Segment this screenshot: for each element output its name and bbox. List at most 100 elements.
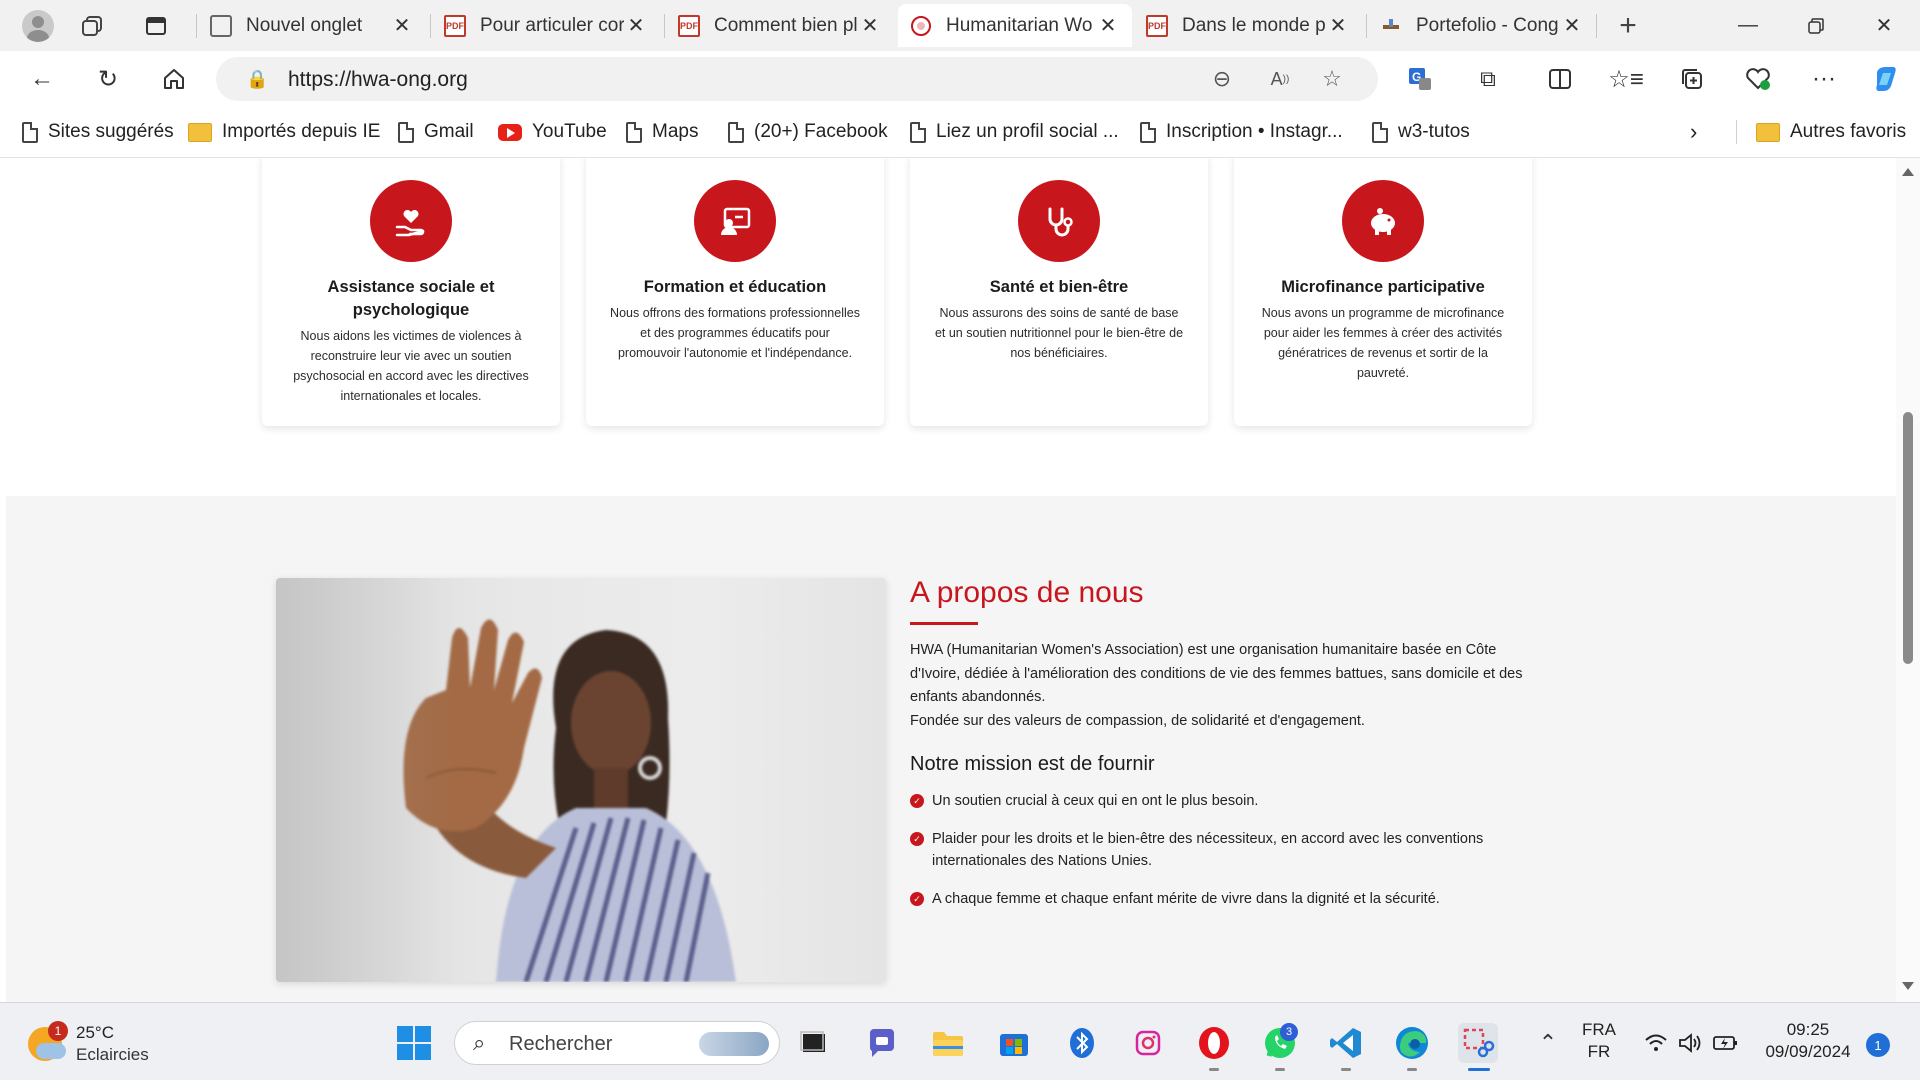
favorite-gmail[interactable]: Gmail <box>398 118 474 146</box>
more-favorites-chevron[interactable]: › <box>1690 118 1697 146</box>
tab-humanitarian-active[interactable]: Humanitarian Wo ✕ <box>898 4 1132 47</box>
close-tab-icon[interactable]: ✕ <box>1560 13 1584 38</box>
home-button[interactable] <box>154 59 194 99</box>
favorite-label: w3-tutos <box>1398 121 1470 142</box>
favorites-button[interactable]: ☆≡ <box>1606 59 1646 99</box>
snipping-tool-button[interactable] <box>1458 1023 1498 1071</box>
close-window-button[interactable]: ✕ <box>1850 0 1918 51</box>
vertical-scrollbar[interactable] <box>1896 158 1920 1002</box>
address-bar[interactable]: 🔒 https://hwa-ong.org ⊖ A)) ☆ <box>216 57 1378 101</box>
check-circle-icon: ✓ <box>910 892 924 906</box>
back-button[interactable]: ← <box>22 59 62 99</box>
service-card-formation: Formation et éducation Nous offrons des … <box>586 158 884 426</box>
favorite-label: Maps <box>652 121 699 142</box>
close-tab-icon[interactable]: ✕ <box>1326 13 1350 38</box>
folder-icon <box>188 122 212 142</box>
notification-badge[interactable]: 1 <box>1866 1033 1890 1057</box>
start-button[interactable] <box>394 1023 434 1063</box>
bluetooth-button[interactable] <box>1062 1023 1102 1063</box>
restore-button[interactable] <box>1782 0 1850 51</box>
close-tab-icon[interactable]: ✕ <box>624 13 648 38</box>
tab-new-tab[interactable]: Nouvel onglet ✕ <box>198 4 426 47</box>
service-card-sante: Santé et bien-être Nous assurons des soi… <box>910 158 1208 426</box>
workspaces-button[interactable] <box>68 6 116 46</box>
edge-button[interactable] <box>1392 1023 1432 1071</box>
scroll-up-arrow-icon[interactable] <box>1902 168 1914 176</box>
read-aloud-icon[interactable]: A)) <box>1264 65 1296 93</box>
copilot-icon <box>1876 67 1896 91</box>
service-title: Microfinance participative <box>1281 278 1485 296</box>
tab-title: Nouvel onglet <box>246 14 363 36</box>
close-icon: ✕ <box>1875 15 1893 37</box>
tab-pdf-1[interactable]: PDF Pour articuler cor ✕ <box>432 4 660 47</box>
zoom-out-icon[interactable]: ⊖ <box>1206 65 1238 93</box>
puzzle-icon: ⧉ <box>1480 66 1496 91</box>
tab-separator <box>196 14 197 38</box>
task-view-button[interactable] <box>794 1023 834 1063</box>
page-viewport[interactable]: Assistance sociale et psychologique Nous… <box>0 158 1920 1002</box>
collections-button[interactable] <box>1672 59 1712 99</box>
weather-condition: Eclaircies <box>76 1045 149 1064</box>
copilot-button[interactable] <box>1866 59 1906 99</box>
service-title: Formation et éducation <box>643 278 827 296</box>
close-tab-icon[interactable]: ✕ <box>858 13 882 38</box>
favorite-importes-ie[interactable]: Importés depuis IE <box>188 118 380 146</box>
new-tab-button[interactable]: + <box>1604 6 1652 46</box>
opera-button[interactable] <box>1194 1023 1234 1071</box>
tab-pdf-3[interactable]: PDF Dans le monde pr ✕ <box>1134 4 1362 47</box>
url-text[interactable]: https://hwa-ong.org <box>288 68 468 92</box>
performance-button[interactable] <box>1738 59 1778 99</box>
favorite-maps[interactable]: Maps <box>626 118 698 146</box>
favorite-profil-social[interactable]: Liez un profil social ... <box>910 118 1119 146</box>
vertical-tabs-button[interactable] <box>132 6 180 46</box>
volume-button[interactable] <box>1670 1023 1710 1063</box>
favorite-facebook[interactable]: (20+) Facebook <box>728 118 888 146</box>
favorite-sites-suggeres[interactable]: Sites suggérés <box>22 118 174 146</box>
favorite-instagram[interactable]: Inscription • Instagr... <box>1140 118 1343 146</box>
favorite-label: Liez un profil social ... <box>936 121 1119 142</box>
battery-button[interactable] <box>1706 1023 1746 1063</box>
refresh-button[interactable]: ↻ <box>88 59 128 99</box>
show-hidden-icons-button[interactable]: ⌃ <box>1528 1023 1568 1063</box>
vscode-button[interactable] <box>1326 1023 1366 1071</box>
tab-separator <box>664 14 665 38</box>
teams-chat-button[interactable] <box>862 1023 902 1063</box>
favorite-w3-tutos[interactable]: w3-tutos <box>1372 118 1470 146</box>
other-favorites[interactable]: Autres favoris <box>1756 118 1906 146</box>
service-card-microfinance: Microfinance participative Nous avons un… <box>1234 158 1532 426</box>
divider <box>1736 120 1737 144</box>
instagram-button[interactable] <box>1128 1023 1168 1063</box>
taskbar-search[interactable]: ⌕ Rechercher <box>454 1021 780 1065</box>
extensions-button[interactable]: ⧉ <box>1468 59 1508 99</box>
scrollbar-thumb[interactable] <box>1903 412 1913 664</box>
minimize-button[interactable]: — <box>1714 0 1782 51</box>
favorite-star-icon[interactable]: ☆ <box>1316 65 1348 93</box>
language-indicator[interactable]: FRA FR <box>1582 1019 1616 1063</box>
file-explorer-button[interactable] <box>928 1023 968 1063</box>
weather-badge: 1 <box>48 1021 68 1041</box>
about-photo <box>276 578 886 982</box>
close-tab-icon[interactable]: ✕ <box>1096 13 1120 38</box>
weather-widget[interactable]: 1 25°C Eclaircies <box>28 1021 178 1065</box>
translate-button[interactable]: G <box>1400 59 1440 99</box>
profile-button[interactable] <box>14 6 62 46</box>
scroll-down-arrow-icon[interactable] <box>1902 982 1914 990</box>
service-description: Nous avons un programme de microfinance … <box>1261 306 1505 380</box>
favorite-youtube[interactable]: YouTube <box>498 118 607 146</box>
running-indicator <box>1341 1068 1351 1071</box>
whatsapp-button[interactable]: 3 <box>1260 1023 1300 1071</box>
clock[interactable]: 09:25 09/09/2024 <box>1760 1019 1856 1063</box>
split-screen-button[interactable] <box>1540 59 1580 99</box>
site-icon <box>1380 15 1402 37</box>
store-button[interactable] <box>994 1023 1034 1063</box>
tab-pdf-2[interactable]: PDF Comment bien pl ✕ <box>666 4 894 47</box>
youtube-icon <box>498 123 522 141</box>
mission-item-text: A chaque femme et chaque enfant mérite d… <box>932 891 1440 907</box>
favorite-label: Sites suggérés <box>48 121 174 142</box>
lock-icon[interactable]: 🔒 <box>246 69 268 90</box>
tab-portfolio[interactable]: Portefolio - Cong ✕ <box>1368 4 1596 47</box>
close-tab-icon[interactable]: ✕ <box>390 13 414 38</box>
site-icon <box>910 15 932 37</box>
snipping-tool-icon <box>1463 1028 1495 1058</box>
settings-menu-button[interactable]: ··· <box>1804 59 1844 99</box>
